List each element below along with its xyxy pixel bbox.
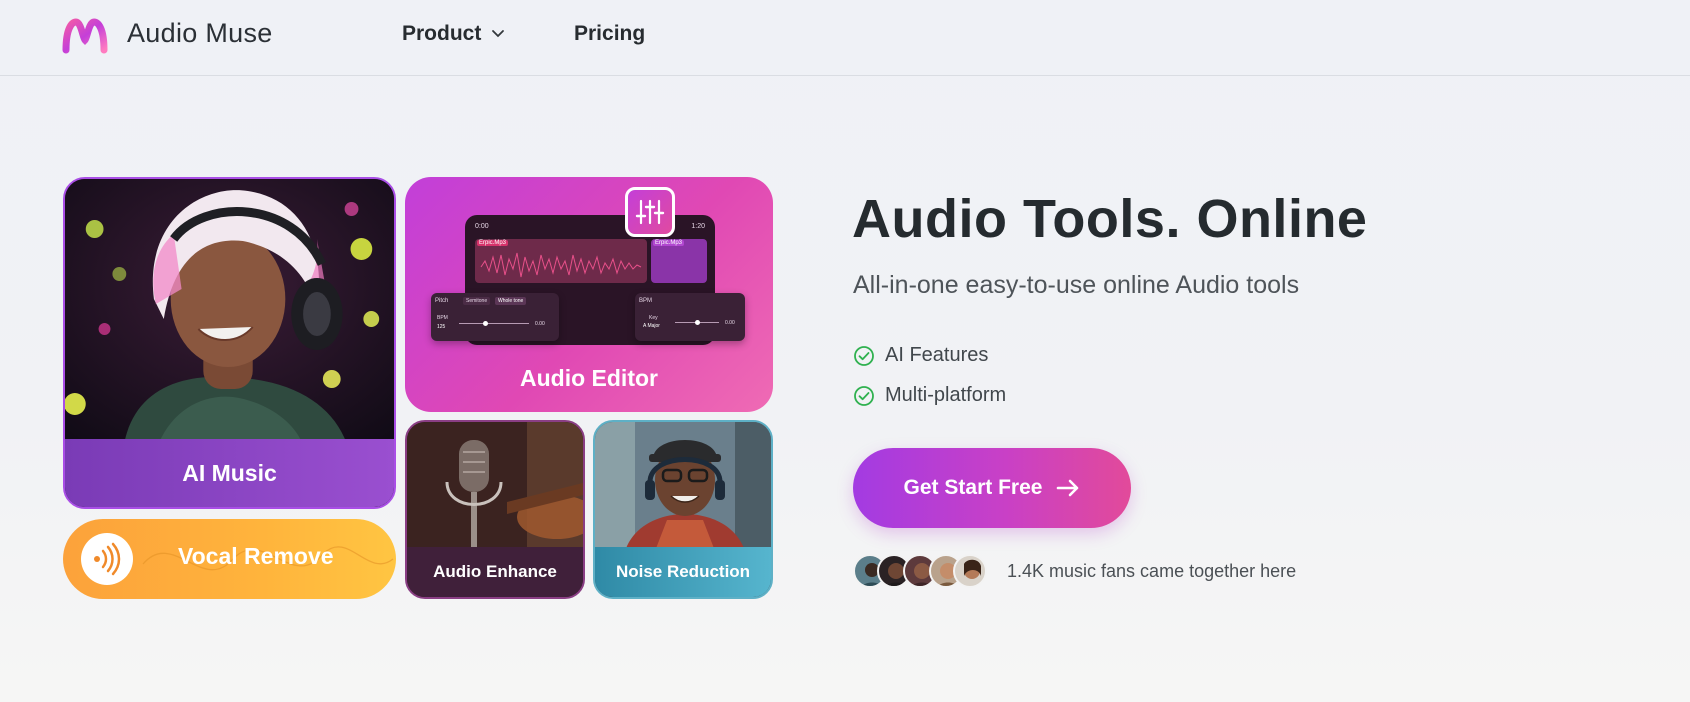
nav-product-label: Product — [402, 22, 482, 45]
pitch-slider-value: 0.00 — [535, 321, 545, 327]
pitch-slider — [459, 323, 529, 324]
audio-enhance-label: Audio Enhance — [433, 562, 557, 581]
vocal-circle — [81, 533, 133, 585]
waveform-a — [480, 252, 642, 278]
ai-music-portrait-image — [65, 179, 394, 443]
clip-b: Erpic.Mp3 — [651, 239, 707, 283]
bpm-value: 125 — [437, 324, 446, 330]
get-start-free-button[interactable]: Get Start Free — [853, 448, 1131, 528]
check-circle-icon — [854, 345, 874, 366]
bpm-panel-label: BPM — [639, 298, 653, 304]
key-value: A Major — [643, 323, 660, 329]
avatar — [953, 554, 987, 588]
fan-avatars — [853, 554, 987, 588]
ai-music-card[interactable]: AI Music — [63, 177, 396, 509]
bpm-slider-knob — [695, 320, 700, 325]
audio-enhance-card[interactable]: Audio Enhance — [405, 420, 585, 599]
noise-reduction-card[interactable]: Noise Reduction — [593, 420, 773, 599]
key-label: Key — [649, 315, 658, 321]
feature-label: Multi-platform — [885, 384, 1007, 406]
cta-label: Get Start Free — [903, 476, 1043, 499]
ai-music-label: AI Music — [182, 460, 277, 486]
equalizer-icon — [635, 199, 665, 225]
check-circle-icon — [854, 385, 874, 406]
clip-a: Erpic.Mp3 — [475, 239, 647, 283]
audio-editor-label: Audio Editor — [520, 365, 658, 391]
bpm-mini-label: BPM — [437, 315, 448, 321]
whole-tone-chip: Whole tone — [495, 297, 527, 305]
vocal-remove-label: Vocal Remove — [178, 543, 334, 569]
semitone-chip: Semitone — [463, 297, 491, 305]
feature-item: Multi-platform — [853, 384, 1006, 407]
hero-title: Audio Tools. Online — [852, 189, 1368, 249]
feature-item: AI Features — [853, 344, 988, 367]
arrow-right-icon — [1057, 479, 1079, 497]
noise-reduction-label: Noise Reduction — [615, 562, 751, 581]
brand-name[interactable]: Audio Muse — [127, 18, 273, 49]
wave-m-logo-icon[interactable] — [62, 18, 108, 54]
clip-b-label: Erpic.Mp3 — [653, 240, 685, 246]
vocal-remove-card[interactable]: Vocal Remove — [63, 519, 396, 599]
audio-editor-card[interactable]: 0:00 1:20 Erpic.Mp3 Erpic.Mp3 Pitch Semi… — [405, 177, 773, 412]
microphone-scene-image — [407, 422, 583, 551]
hero-subtitle: All-in-one easy-to-use online Audio tool… — [853, 271, 1300, 299]
time-start: 0:00 — [475, 223, 489, 230]
pitch-panel: Pitch Semitone Whole tone BPM 125 0.00 — [431, 293, 559, 341]
nav-pricing-link[interactable]: Pricing — [574, 22, 645, 46]
fans-count-text: 1.4K music fans came together here — [1007, 561, 1297, 581]
nav-product-menu[interactable]: Product — [402, 22, 505, 46]
bpm-slider-value: 0.00 — [725, 320, 735, 326]
time-end: 1:20 — [691, 223, 705, 230]
bpm-panel: BPM Key A Major 0.00 — [635, 293, 745, 341]
sound-wave-icon — [94, 542, 121, 576]
pitch-slider-knob — [483, 321, 488, 326]
site-header: Audio Muse Product Pricing — [0, 0, 1690, 76]
equalizer-tile — [625, 187, 675, 237]
pitch-label: Pitch — [435, 298, 449, 304]
feature-label: AI Features — [885, 344, 989, 366]
headphone-man-image — [595, 422, 771, 551]
chevron-down-icon — [492, 30, 505, 38]
